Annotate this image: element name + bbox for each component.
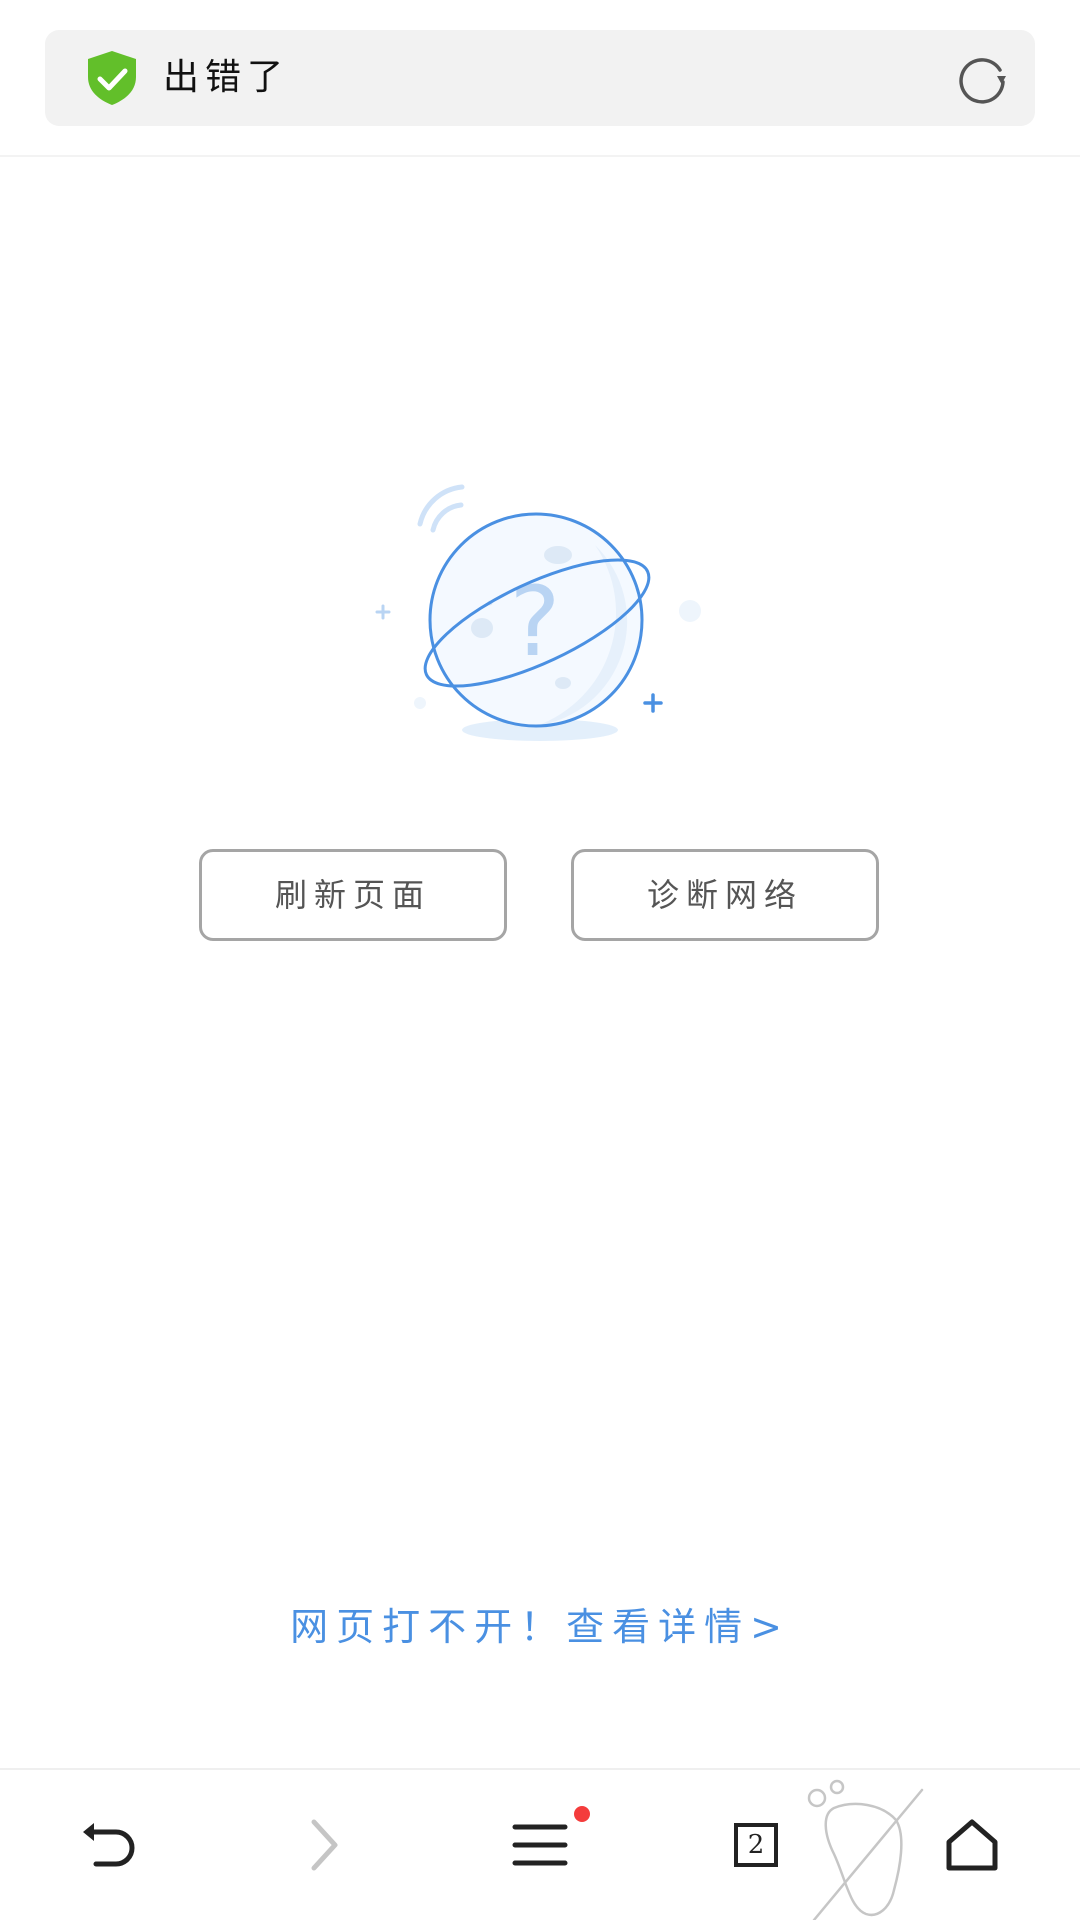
- browser-error-page: 出错了 ? 刷新页面 诊断网络 网页打不开！查看详情> 2: [0, 0, 1080, 1920]
- header-divider: [0, 155, 1080, 157]
- menu-icon: [512, 1824, 568, 1866]
- notification-dot: [574, 1806, 590, 1822]
- home-button[interactable]: [912, 1770, 1032, 1920]
- reload-icon[interactable]: [955, 52, 1009, 106]
- tab-count: 2: [734, 1823, 778, 1867]
- address-bar[interactable]: 出错了: [45, 30, 1035, 126]
- refresh-page-button[interactable]: 刷新页面: [199, 849, 507, 941]
- diagnose-network-button[interactable]: 诊断网络: [571, 849, 879, 941]
- home-icon: [946, 1819, 998, 1871]
- back-button[interactable]: [48, 1770, 168, 1920]
- page-title: 出错了: [163, 57, 290, 98]
- forward-chevron-icon: [311, 1819, 338, 1871]
- back-arrow-icon: [83, 1823, 135, 1867]
- menu-button[interactable]: [480, 1770, 600, 1920]
- view-details-link[interactable]: 网页打不开！查看详情>: [0, 1596, 1080, 1651]
- tabs-button[interactable]: 2: [696, 1770, 816, 1920]
- planet-question-icon: ?: [375, 484, 701, 741]
- forward-button[interactable]: [264, 1770, 384, 1920]
- footprint-icon[interactable]: [804, 1776, 924, 1920]
- shield-check-icon: [88, 51, 136, 105]
